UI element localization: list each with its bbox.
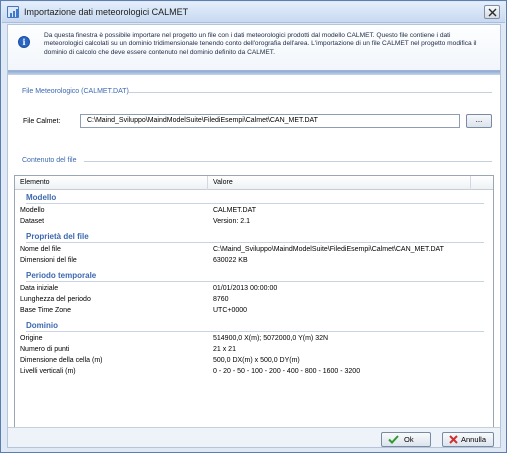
calmet-window-icon <box>7 6 19 18</box>
table-row[interactable]: Origine 514900,0 X(m); 5072000,0 Y(m) 32… <box>15 334 493 344</box>
browse-button[interactable]: ... <box>466 114 492 128</box>
cancel-button-label: Annulla <box>461 435 487 444</box>
file-section-divider <box>128 92 492 93</box>
row-key: Lunghezza del periodo <box>20 296 91 303</box>
group-header-proprieta: Proprietà del file <box>15 231 493 243</box>
group-title: Modello <box>26 193 57 202</box>
checkmark-icon <box>388 435 399 444</box>
row-key: Data iniziale <box>20 285 59 292</box>
ok-button-label: Ok <box>404 435 414 444</box>
cancel-x-icon <box>449 435 458 444</box>
group-divider <box>26 331 484 332</box>
file-calmet-label: File Calmet: <box>23 118 61 125</box>
info-text: Da questa finestra è possibile importare… <box>44 32 477 56</box>
row-key: Livelli verticali (m) <box>20 368 76 375</box>
row-value: 21 x 21 <box>213 346 236 353</box>
grid-header: Elemento Valore <box>15 176 493 190</box>
group-divider <box>26 203 484 204</box>
row-key: Dimensioni del file <box>20 257 77 264</box>
group-title: Proprietà del file <box>26 232 89 241</box>
column-header-elemento[interactable]: Elemento <box>20 179 50 186</box>
file-contents-grid[interactable]: Elemento Valore Modello Modello CALMET.D… <box>14 175 494 433</box>
row-value: 630022 KB <box>213 257 248 264</box>
table-row[interactable]: Dimensione della cella (m) 500,0 DX(m) x… <box>15 356 493 366</box>
row-value: 0 - 20 - 50 - 100 - 200 - 400 - 800 - 16… <box>213 368 361 375</box>
row-key: Origine <box>20 335 43 342</box>
row-key: Modello <box>20 207 45 214</box>
row-value: 01/01/2013 00:00:00 <box>213 285 278 292</box>
header-divider <box>8 71 500 75</box>
contents-section-title: Contenuto del file <box>22 157 77 164</box>
file-calmet-input[interactable]: C:\Maind_Sviluppo\MaindModelSuite\Filedi… <box>80 114 460 128</box>
group-divider <box>26 242 484 243</box>
column-header-valore[interactable]: Valore <box>213 179 233 186</box>
window-title: Importazione dati meteorologici CALMET <box>24 7 189 17</box>
row-key: Dimensione della cella (m) <box>20 357 103 364</box>
contents-section-divider <box>84 161 492 162</box>
dialog-body: i Da questa finestra è possibile importa… <box>7 24 501 448</box>
row-value: 514900,0 X(m); 5072000,0 Y(m) 32N <box>213 335 329 342</box>
table-row[interactable]: Numero di punti 21 x 21 <box>15 345 493 355</box>
table-row[interactable]: Dataset Version: 2.1 <box>15 217 493 227</box>
import-calmet-dialog: Importazione dati meteorologici CALMET i… <box>0 0 507 453</box>
column-divider[interactable] <box>470 176 471 190</box>
table-row[interactable]: Dimensioni del file 630022 KB <box>15 256 493 266</box>
group-title: Dominio <box>26 321 58 330</box>
cancel-button[interactable]: Annulla <box>442 432 494 447</box>
row-value: Version: 2.1 <box>213 218 250 225</box>
ok-button[interactable]: Ok <box>381 432 431 447</box>
group-divider <box>26 281 484 282</box>
column-divider[interactable] <box>207 176 208 190</box>
row-value: 500,0 DX(m) x 500,0 DY(m) <box>213 357 300 364</box>
close-icon <box>488 8 497 17</box>
group-header-periodo: Periodo temporale <box>15 270 493 282</box>
info-panel: i Da questa finestra è possibile importa… <box>8 25 500 71</box>
title-bar[interactable]: Importazione dati meteorologici CALMET <box>2 2 505 23</box>
row-key: Numero di punti <box>20 346 70 353</box>
group-title: Periodo temporale <box>26 271 97 280</box>
table-row[interactable]: Base Time Zone UTC+0000 <box>15 306 493 316</box>
row-value: CALMET.DAT <box>213 207 257 214</box>
row-value: 8760 <box>213 296 229 303</box>
table-row[interactable]: Nome del file C:\Maind_Sviluppo\MaindMod… <box>15 245 493 255</box>
row-key: Dataset <box>20 218 45 225</box>
row-key: Base Time Zone <box>20 307 71 314</box>
group-header-modello: Modello <box>15 192 493 204</box>
table-row[interactable]: Modello CALMET.DAT <box>15 206 493 216</box>
file-section-title: File Meteorologico (CALMET.DAT) <box>22 88 129 95</box>
row-value: UTC+0000 <box>213 307 248 314</box>
table-row[interactable]: Lunghezza del periodo 8760 <box>15 295 493 305</box>
table-row[interactable]: Data iniziale 01/01/2013 00:00:00 <box>15 284 493 294</box>
info-icon: i <box>18 36 30 48</box>
dialog-footer: Ok Annulla <box>8 427 500 447</box>
row-key: Nome del file <box>20 246 61 253</box>
group-header-dominio: Dominio <box>15 320 493 332</box>
table-row[interactable]: Livelli verticali (m) 0 - 20 - 50 - 100 … <box>15 367 493 377</box>
close-button[interactable] <box>484 5 500 19</box>
row-value: C:\Maind_Sviluppo\MaindModelSuite\Filedi… <box>213 246 444 253</box>
